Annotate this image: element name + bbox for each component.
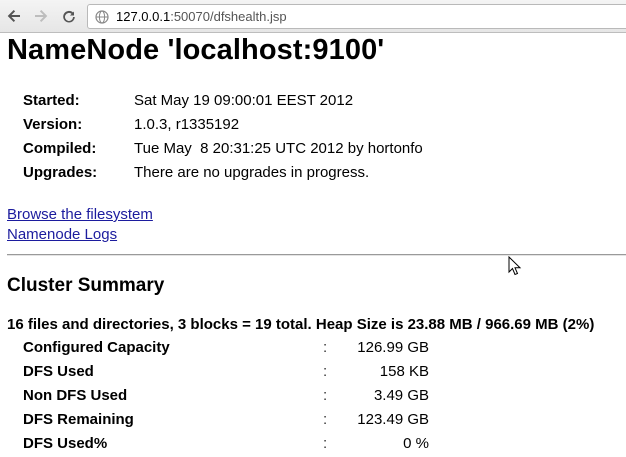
- table-row: DFS Remaining : 123.49 GB: [23, 408, 429, 432]
- info-value: Sat May 19 09:00:01 EEST 2012: [134, 92, 354, 109]
- row-value: 123.49 GB: [357, 411, 429, 428]
- browse-filesystem-link[interactable]: Browse the filesystem: [7, 205, 153, 225]
- url-text: 127.0.0.1:50070/dfshealth.jsp: [116, 9, 287, 24]
- info-value: Tue May 8 20:31:25 UTC 2012 by hortonfo: [134, 140, 423, 157]
- nav-links: Browse the filesystem Namenode Logs: [7, 205, 153, 245]
- divider: [7, 254, 626, 256]
- row-separator: :: [323, 435, 328, 452]
- info-label: Upgrades:: [23, 164, 98, 181]
- table-row: DFS Used : 158 KB: [23, 360, 429, 384]
- cluster-summary-heading: Cluster Summary: [7, 275, 165, 296]
- table-row: Non DFS Used : 3.49 GB: [23, 384, 429, 408]
- row-label: Non DFS Used: [23, 387, 128, 404]
- info-value: There are no upgrades in progress.: [134, 164, 370, 181]
- info-label: Version:: [23, 116, 83, 133]
- page-title: NameNode 'localhost:9100': [7, 34, 385, 66]
- namenode-logs-link[interactable]: Namenode Logs: [7, 225, 153, 245]
- namenode-info: Started: Sat May 19 09:00:01 EEST 2012 V…: [23, 89, 423, 185]
- cluster-summary-table: Configured Capacity : 126.99 GB DFS Used…: [23, 336, 429, 456]
- row-label: Configured Capacity: [23, 339, 170, 356]
- browser-toolbar: 127.0.0.1:50070/dfshealth.jsp: [0, 0, 626, 33]
- back-arrow-icon[interactable]: [4, 6, 24, 26]
- row-value: 126.99 GB: [357, 339, 429, 356]
- mouse-cursor-icon: [508, 255, 522, 281]
- row-separator: :: [323, 363, 328, 380]
- globe-icon: [94, 9, 110, 25]
- info-value: 1.0.3, r1335192: [134, 116, 240, 133]
- row-separator: :: [323, 411, 328, 428]
- row-value: 3.49 GB: [373, 387, 429, 404]
- forward-arrow-icon[interactable]: [31, 6, 51, 26]
- row-label: DFS Used: [23, 363, 94, 380]
- info-row-upgrades: Upgrades: There are no upgrades in progr…: [23, 161, 423, 185]
- row-label: DFS Remaining: [23, 411, 134, 428]
- reload-icon[interactable]: [59, 6, 79, 26]
- address-bar[interactable]: 127.0.0.1:50070/dfshealth.jsp: [87, 4, 626, 29]
- info-row-version: Version: 1.0.3, r1335192: [23, 113, 423, 137]
- info-row-compiled: Compiled: Tue May 8 20:31:25 UTC 2012 by…: [23, 137, 423, 161]
- info-row-started: Started: Sat May 19 09:00:01 EEST 2012: [23, 89, 423, 113]
- row-label: DFS Used%: [23, 435, 108, 452]
- info-label: Compiled:: [23, 140, 97, 157]
- row-separator: :: [323, 387, 328, 404]
- row-separator: :: [323, 339, 328, 356]
- row-value: 158 KB: [379, 363, 429, 380]
- info-label: Started:: [23, 92, 80, 109]
- row-value: 0 %: [403, 435, 429, 452]
- cluster-summary-text: 16 files and directories, 3 blocks = 19 …: [7, 316, 595, 333]
- table-row: Configured Capacity : 126.99 GB: [23, 336, 429, 360]
- table-row: DFS Used% : 0 %: [23, 432, 429, 456]
